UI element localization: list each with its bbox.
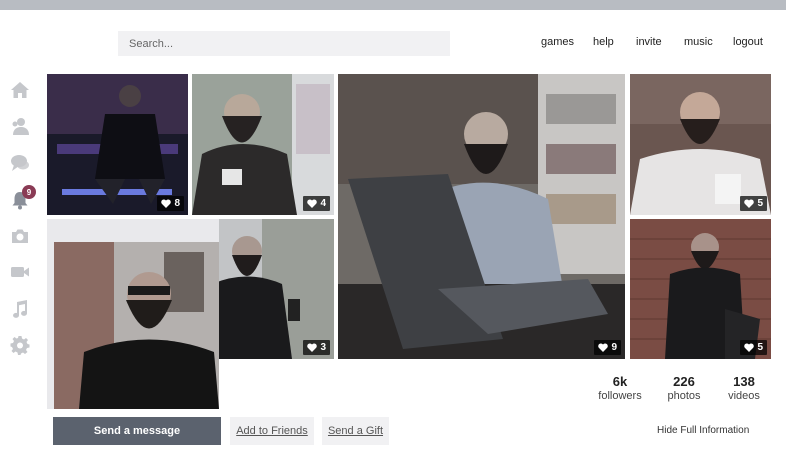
videos-count: 138 — [733, 374, 755, 389]
photo-4[interactable]: 5 — [630, 74, 771, 215]
like-count-badge: 5 — [740, 196, 767, 211]
friends-icon[interactable] — [10, 116, 30, 136]
notification-badge: 9 — [22, 185, 36, 199]
photo-6-image — [630, 219, 771, 359]
photos-label: photos — [667, 390, 701, 402]
add-to-friends-button[interactable]: Add to Friends — [230, 417, 314, 445]
nav-invite[interactable]: invite — [636, 36, 662, 48]
avatar-image — [54, 242, 219, 409]
like-count-badge: 8 — [157, 196, 184, 211]
photo-3[interactable]: 9 — [338, 74, 625, 359]
like-count: 3 — [320, 342, 326, 353]
videos-label: videos — [728, 390, 760, 402]
followers-count: 6k — [612, 374, 628, 389]
like-count: 5 — [757, 198, 763, 209]
heart-icon — [307, 343, 318, 352]
nav-music[interactable]: music — [684, 36, 713, 48]
heart-icon — [744, 199, 755, 208]
photo-1-image — [47, 74, 188, 215]
nav-help[interactable]: help — [593, 36, 614, 48]
like-count: 8 — [174, 198, 180, 209]
nav-games[interactable]: games — [541, 36, 574, 48]
photo-6[interactable]: 5 — [630, 219, 771, 359]
heart-icon — [598, 343, 609, 352]
followers-label: followers — [598, 390, 642, 402]
like-count-badge: 4 — [303, 196, 330, 211]
search-input[interactable] — [118, 31, 450, 56]
heart-icon — [307, 199, 318, 208]
photos-count: 226 — [673, 374, 695, 389]
heart-icon — [161, 199, 172, 208]
avatar[interactable] — [54, 242, 219, 409]
send-message-button[interactable]: Send a message — [53, 417, 221, 445]
like-count: 4 — [320, 198, 326, 209]
photo-2-image — [192, 74, 334, 215]
photo-1[interactable]: 8 — [47, 74, 188, 215]
messages-icon[interactable] — [10, 153, 30, 173]
like-count-badge: 3 — [303, 340, 330, 355]
video-icon[interactable] — [10, 262, 30, 282]
like-count-badge: 9 — [594, 340, 621, 355]
music-icon[interactable] — [10, 299, 30, 319]
photo-2[interactable]: 4 — [192, 74, 334, 215]
hide-full-information-link[interactable]: Hide Full Information — [657, 425, 749, 436]
like-count: 5 — [757, 342, 763, 353]
photo-3-image — [338, 74, 625, 359]
settings-icon[interactable] — [10, 335, 30, 355]
nav-logout[interactable]: logout — [733, 36, 763, 48]
camera-icon[interactable] — [10, 226, 30, 246]
home-icon[interactable] — [10, 80, 30, 100]
heart-icon — [744, 343, 755, 352]
like-count: 9 — [611, 342, 617, 353]
like-count-badge: 5 — [740, 340, 767, 355]
photo-4-image — [630, 74, 771, 215]
top-bar — [0, 0, 786, 10]
send-gift-button[interactable]: Send a Gift — [322, 417, 389, 445]
